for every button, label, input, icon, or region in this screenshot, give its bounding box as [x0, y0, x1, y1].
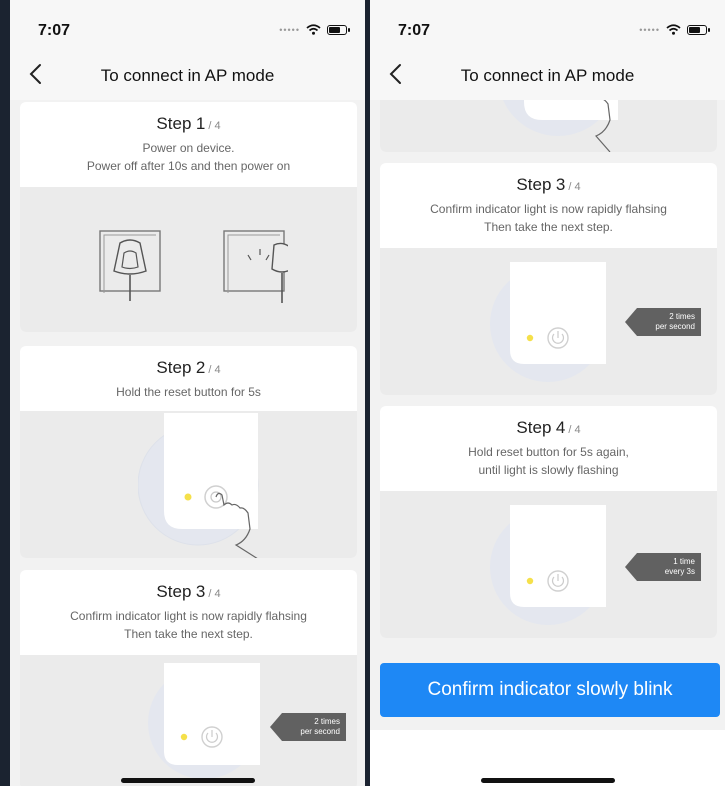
- device-indicator-illustration: [148, 663, 260, 779]
- step-card-4: Step 4/ 4 Hold reset button for 5s again…: [380, 406, 717, 638]
- step-description: Power on device. Power off after 10s and…: [86, 141, 291, 173]
- step-heading: Step 2/ 4: [156, 358, 221, 377]
- status-time: 7:07: [398, 22, 431, 39]
- step-illustration: [380, 100, 717, 152]
- step-illustration: 2 times per second: [380, 248, 717, 395]
- back-chevron-icon[interactable]: [384, 61, 408, 87]
- blink-rate-badge: 2 times per second: [625, 308, 701, 336]
- nav-bar: To connect in AP mode: [370, 50, 725, 100]
- page-title: To connect in AP mode: [460, 66, 635, 85]
- step-heading: Step 3/ 4: [516, 175, 581, 194]
- indicator-light-icon: [184, 493, 192, 501]
- step-card-2-partial: [380, 100, 717, 152]
- page-title: To connect in AP mode: [100, 66, 275, 85]
- home-indicator: [120, 778, 255, 783]
- back-chevron-icon[interactable]: [24, 61, 48, 87]
- step-card-3: Step 3/ 4 Confirm indicator light is now…: [380, 163, 717, 395]
- device-indicator-illustration: [490, 505, 606, 625]
- status-icons: •••••: [639, 24, 710, 35]
- step-description: Confirm indicator light is now rapidly f…: [70, 609, 307, 641]
- step-illustration: 2 times per second: [20, 655, 357, 786]
- battery-icon: [687, 24, 710, 35]
- step-illustration: [20, 411, 357, 558]
- wifi-icon: [666, 24, 681, 35]
- blink-rate-badge: 1 time every 3s: [625, 553, 701, 581]
- step-illustration: 1 time every 3s: [380, 491, 717, 638]
- steps-list[interactable]: Step 1/ 4 Power on device. Power off aft…: [10, 100, 365, 786]
- battery-icon: [327, 24, 350, 35]
- step-card-2: Step 2/ 4 Hold the reset button for 5s: [20, 346, 357, 558]
- device-press-illustration: [138, 413, 259, 558]
- step-description: Confirm indicator light is now rapidly f…: [430, 202, 667, 234]
- signal-dots-icon: •••••: [639, 24, 660, 35]
- indicator-light-icon: [526, 334, 534, 342]
- socket-plug-icon: [99, 230, 288, 303]
- phone-screen-right: 7:07 ••••• To connect in AP mode Step 3 …: [370, 0, 725, 786]
- indicator-light-icon: [526, 577, 534, 585]
- steps-list[interactable]: Step 3/ 4 Confirm indicator light is now…: [370, 100, 725, 786]
- step-description: Hold the reset button for 5s: [116, 385, 261, 399]
- step-illustration: [20, 187, 357, 332]
- signal-dots-icon: •••••: [279, 24, 300, 35]
- blink-rate-badge: 2 times per second: [270, 713, 346, 741]
- wifi-icon: [306, 24, 321, 35]
- status-icons: •••••: [279, 24, 350, 35]
- nav-bar: To connect in AP mode: [10, 50, 365, 100]
- step-card-1: Step 1/ 4 Power on device. Power off aft…: [20, 102, 357, 332]
- status-time: 7:07: [38, 22, 71, 39]
- step-heading: Step 1/ 4: [156, 114, 221, 133]
- step-card-3: Step 3/ 4 Confirm indicator light is now…: [20, 570, 357, 786]
- step-description: Hold reset button for 5s again, until li…: [468, 445, 629, 477]
- indicator-light-icon: [180, 733, 188, 741]
- device-indicator-illustration: [490, 262, 606, 382]
- step-heading: Step 3/ 4: [156, 582, 221, 601]
- status-bar: 7:07 •••••: [370, 0, 725, 50]
- step-heading: Step 4/ 4: [516, 418, 581, 437]
- status-bar: 7:07 •••••: [10, 0, 365, 50]
- confirm-slow-blink-button[interactable]: Confirm indicator slowly blink: [380, 663, 720, 717]
- device-press-illustration: [503, 100, 618, 152]
- phone-screen-left: 7:07 ••••• To connect in AP mode Step 1/…: [10, 0, 365, 786]
- home-indicator: [480, 778, 615, 783]
